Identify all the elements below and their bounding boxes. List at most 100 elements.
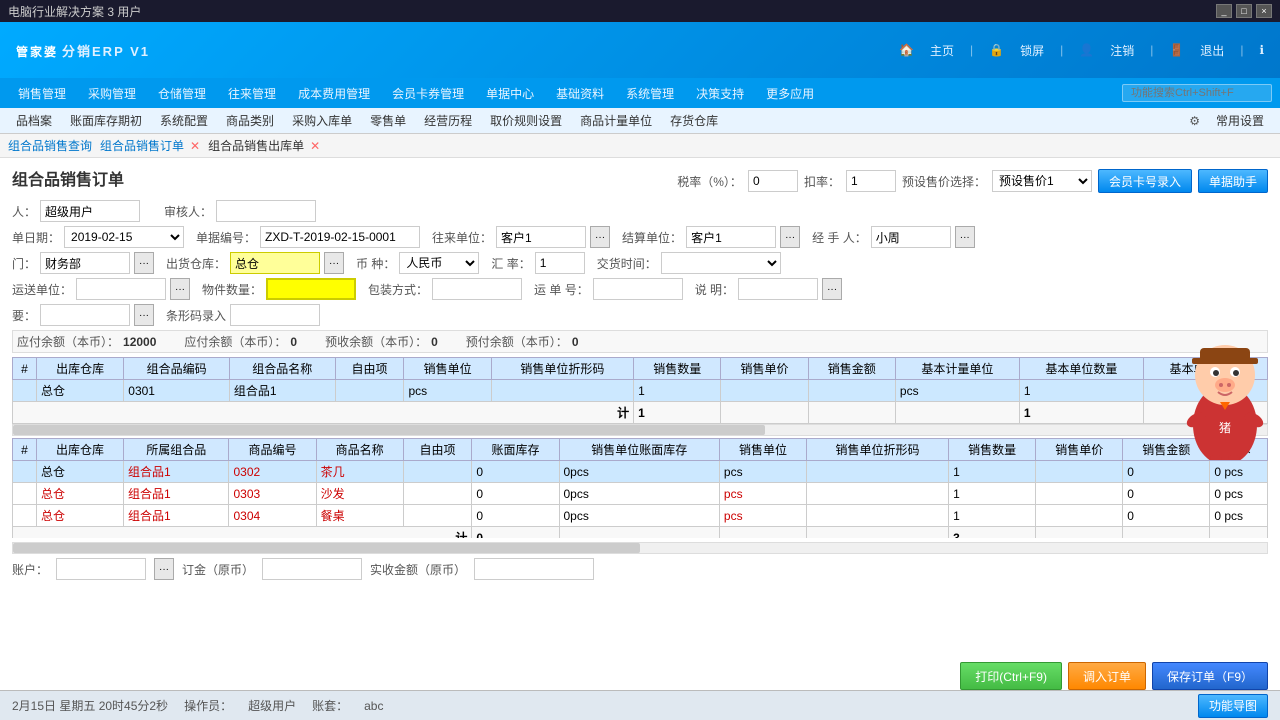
price-select[interactable]: 预设售价1 <box>992 170 1092 192</box>
mascot-svg: 猪 <box>1180 330 1270 460</box>
lock-icon[interactable]: 🔒 <box>989 43 1004 57</box>
page-content: 组合品销售订单 税率（%）： 扣率： 预设售价选择： 预设售价1 会员卡号录入 … <box>0 158 1280 690</box>
datetime-text: 2月15日 星期五 20时45分2秒 <box>12 697 168 714</box>
actual-input[interactable] <box>474 558 594 580</box>
nav-cost[interactable]: 成本费用管理 <box>288 81 380 106</box>
discount-input[interactable] <box>846 170 896 192</box>
sub-nav-warehouse[interactable]: 存货仓库 <box>662 109 726 132</box>
lower-scroll[interactable] <box>12 542 1268 554</box>
handler-input[interactable] <box>871 226 951 248</box>
maximize-btn[interactable]: □ <box>1236 4 1252 18</box>
predebt-label: 预收余额（本币）： <box>325 333 427 350</box>
note-input[interactable] <box>738 278 818 300</box>
close-btn[interactable]: × <box>1256 4 1272 18</box>
nav-system[interactable]: 系统管理 <box>616 81 684 106</box>
sub-nav-balance[interactable]: 账面库存期初 <box>62 109 150 132</box>
pack-input[interactable] <box>432 278 522 300</box>
nav-purchase[interactable]: 采购管理 <box>78 81 146 106</box>
upper-table-wrapper: # 出库仓库 组合品编码 组合品名称 自由项 销售单位 销售单位折形码 销售数量… <box>12 357 1268 424</box>
warehouse-input[interactable] <box>230 252 320 274</box>
form-row-4: 运送单位： ··· 物件数量： 包装方式： 运 单 号： 说 明： ··· <box>12 278 1268 300</box>
nav-transactions[interactable]: 往来管理 <box>218 81 286 106</box>
print-btn[interactable]: 打印(Ctrl+F9) <box>960 662 1062 690</box>
sub-nav-category[interactable]: 商品类别 <box>218 109 282 132</box>
shipunit-btn[interactable]: ··· <box>170 278 190 300</box>
home-link[interactable]: 主页 <box>930 42 954 59</box>
nav-search-input[interactable] <box>1122 84 1272 102</box>
breadcrumb-query[interactable]: 组合品销售查询 <box>8 137 92 154</box>
sub-nav-products[interactable]: 品档案 <box>8 109 60 132</box>
remark-btn[interactable]: ··· <box>134 304 154 326</box>
nav-more[interactable]: 更多应用 <box>756 81 824 106</box>
sub-nav-purchase-in[interactable]: 采购入库单 <box>284 109 360 132</box>
sub-nav-unit[interactable]: 商品计量单位 <box>572 109 660 132</box>
delivery-input[interactable] <box>661 252 781 274</box>
account-input[interactable] <box>56 558 146 580</box>
settle-input[interactable] <box>686 226 776 248</box>
assist-btn[interactable]: 单据助手 <box>1198 169 1268 193</box>
nav-bill-center[interactable]: 单据中心 <box>476 81 544 106</box>
prepay-value: 0 <box>572 335 579 349</box>
date-input[interactable]: 2019-02-15 <box>64 226 184 248</box>
table-row[interactable]: 总仓 组合品1 0304 餐桌 0 0pcs pcs 1 0 0 pcs <box>13 505 1268 527</box>
col-price: 销售单价 <box>721 358 808 380</box>
logout-link[interactable]: 注销 <box>1110 42 1134 59</box>
sub-nav-config[interactable]: 系统配置 <box>152 109 216 132</box>
sub-nav-price-rule[interactable]: 取价规则设置 <box>482 109 570 132</box>
tounit-btn[interactable]: ··· <box>590 226 610 248</box>
shipno-input[interactable] <box>593 278 683 300</box>
tounit-input[interactable] <box>496 226 586 248</box>
exchange-input[interactable] <box>535 252 585 274</box>
note-btn[interactable]: ··· <box>822 278 842 300</box>
sub-nav-history[interactable]: 经营历程 <box>416 109 480 132</box>
nav-member[interactable]: 会员卡券管理 <box>382 81 474 106</box>
handler-btn[interactable]: ··· <box>955 226 975 248</box>
nav-base-data[interactable]: 基础资料 <box>546 81 614 106</box>
lock-link[interactable]: 锁屏 <box>1020 42 1044 59</box>
settle-btn[interactable]: ··· <box>780 226 800 248</box>
table-row[interactable]: 总仓 组合品1 0302 茶几 0 0pcs pcs 1 0 0 pcs <box>13 461 1268 483</box>
sub-nav-right: ⚙ 常用设置 <box>1189 109 1272 132</box>
table-row[interactable]: 总仓 0301 组合品1 pcs 1 pcs 1 <box>13 380 1268 402</box>
nav-warehouse[interactable]: 仓储管理 <box>148 81 216 106</box>
exit-icon[interactable]: 🚪 <box>1169 43 1184 57</box>
app-logo: 管家婆 分销ERP V1 <box>16 41 150 60</box>
member-card-btn[interactable]: 会员卡号录入 <box>1098 169 1192 193</box>
dept-btn[interactable]: ··· <box>134 252 154 274</box>
account-btn[interactable]: ··· <box>154 558 174 580</box>
shipunit-input[interactable] <box>76 278 166 300</box>
tax-label: 税率（%）： <box>677 173 742 190</box>
logout-icon[interactable]: 👤 <box>1079 43 1094 57</box>
minimize-btn[interactable]: _ <box>1216 4 1232 18</box>
warehouse-btn[interactable]: ··· <box>324 252 344 274</box>
dept-input[interactable] <box>40 252 130 274</box>
itemcount-input[interactable] <box>266 278 356 300</box>
col-barcode: 销售单位折形码 <box>491 358 633 380</box>
reviewer-input[interactable] <box>216 200 316 222</box>
breadcrumb-outbound[interactable]: 组合品销售出库单 <box>208 137 304 154</box>
tax-rate-input[interactable] <box>748 170 798 192</box>
home-icon[interactable]: 🏠 <box>899 43 914 57</box>
currency-select[interactable]: 人民币 <box>399 252 479 274</box>
breadcrumb-order-close[interactable]: ✕ <box>190 139 200 153</box>
sub-nav-retail[interactable]: 零售单 <box>362 109 414 132</box>
table-row[interactable]: 总仓 组合品1 0303 沙发 0 0pcs pcs 1 0 0 pcs <box>13 483 1268 505</box>
sub-nav: 品档案 账面库存期初 系统配置 商品类别 采购入库单 零售单 经营历程 取价规则… <box>0 108 1280 134</box>
save-btn[interactable]: 保存订单（F9） <box>1152 662 1268 690</box>
common-settings[interactable]: 常用设置 <box>1208 109 1272 132</box>
help-btn[interactable]: 功能导图 <box>1198 694 1268 718</box>
nav-decision[interactable]: 决策支持 <box>686 81 754 106</box>
nav-sales[interactable]: 销售管理 <box>8 81 76 106</box>
order-input[interactable] <box>262 558 362 580</box>
info-icon[interactable]: ℹ <box>1259 43 1264 57</box>
orderno-input[interactable] <box>260 226 420 248</box>
upper-scroll[interactable] <box>12 424 1268 436</box>
import-btn[interactable]: 调入订单 <box>1068 662 1146 690</box>
lcol-stock: 账面库存 <box>472 439 559 461</box>
person-input[interactable] <box>40 200 140 222</box>
remark-input[interactable] <box>40 304 130 326</box>
exit-link[interactable]: 退出 <box>1200 42 1224 59</box>
breadcrumb-order[interactable]: 组合品销售订单 <box>100 137 184 154</box>
barcode-input[interactable] <box>230 304 320 326</box>
breadcrumb-outbound-close[interactable]: ✕ <box>310 139 320 153</box>
